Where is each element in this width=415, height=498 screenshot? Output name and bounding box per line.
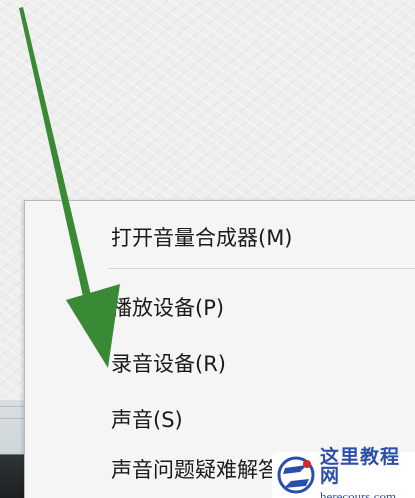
- menu-item-playback-devices[interactable]: 播放设备(P): [25, 283, 415, 331]
- menu-item-label: 声音(S): [111, 408, 183, 432]
- menu-item-label: 播放设备(P): [111, 296, 225, 320]
- menu-item-open-volume-mixer[interactable]: 打开音量合成器(M): [25, 213, 415, 261]
- menu-item-label: 打开音量合成器(M): [111, 226, 293, 250]
- watermark-url: herecours.com: [320, 488, 397, 498]
- taskbar-edge: [0, 400, 25, 498]
- menu-item-sounds[interactable]: 声音(S): [25, 395, 415, 443]
- site-watermark: 这里教程网 herecours.com: [272, 447, 415, 498]
- watermark-title: 这里教程网: [320, 445, 401, 487]
- z-logo-icon: [277, 456, 315, 494]
- menu-separator: [109, 268, 415, 269]
- menu-item-recording-devices[interactable]: 录音设备(R): [25, 339, 415, 387]
- menu-item-label: 录音设备(R): [111, 352, 226, 376]
